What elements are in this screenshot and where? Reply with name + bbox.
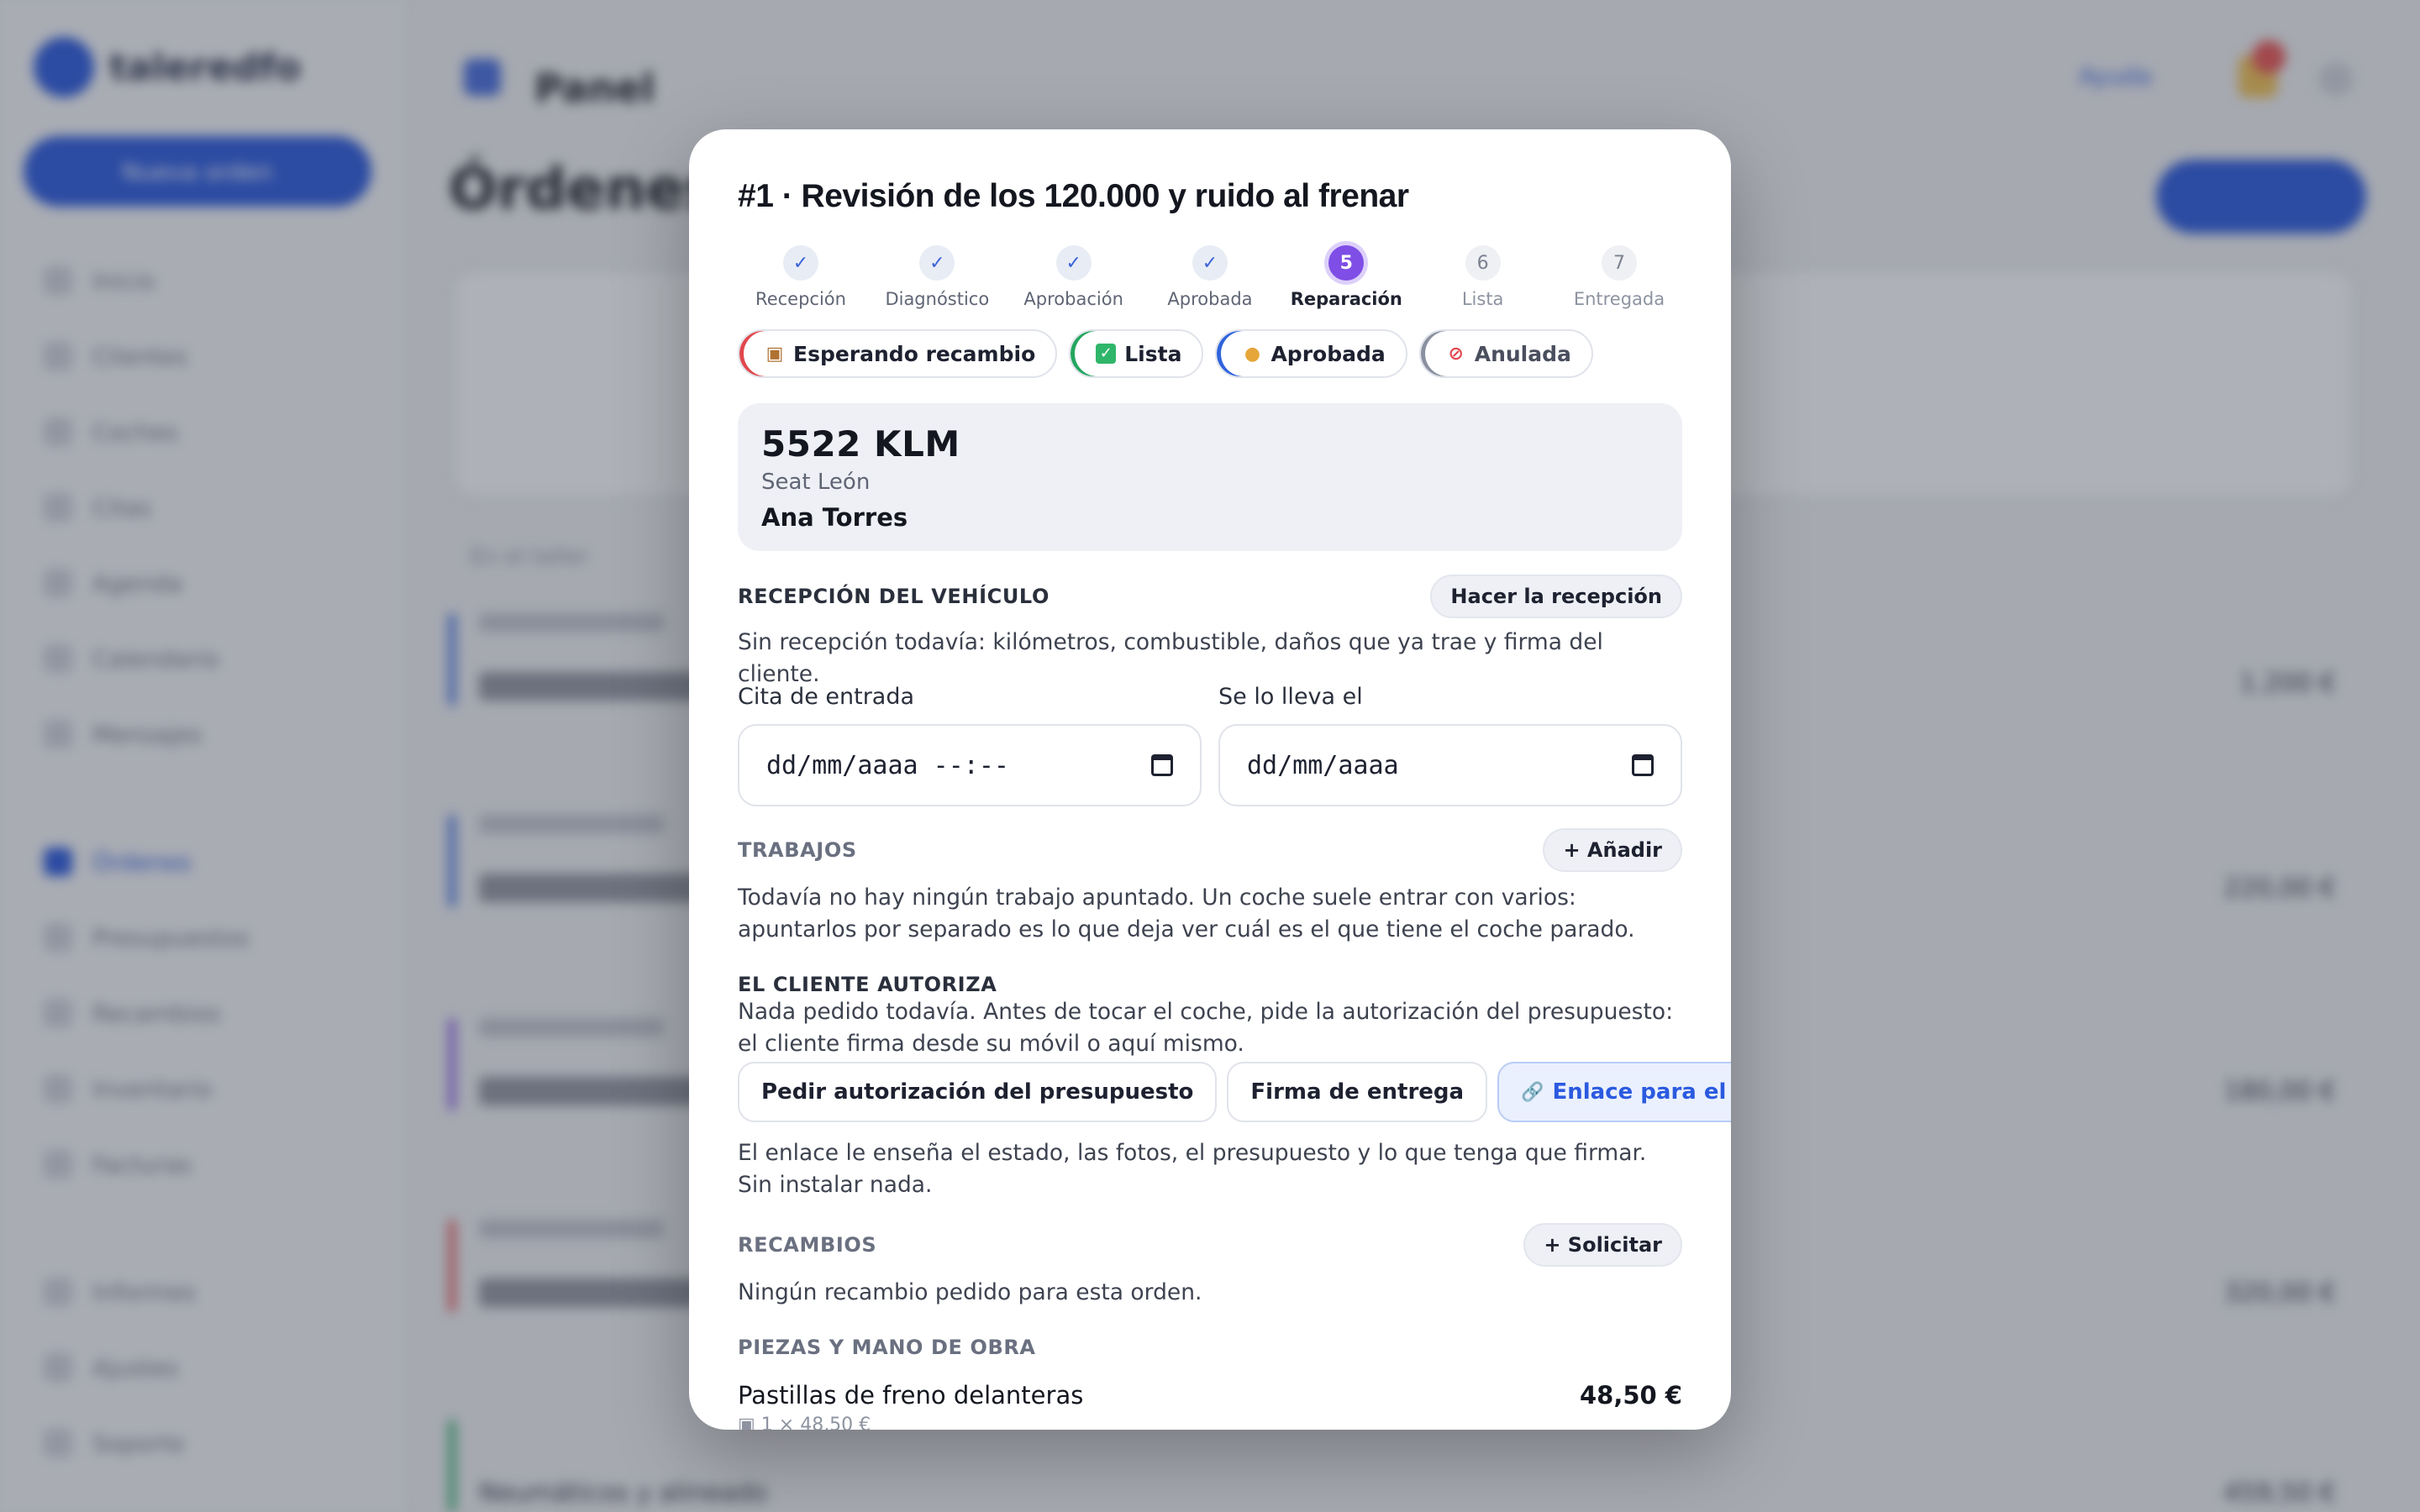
pickup-date-placeholder: dd/mm/aaaa [1247,750,1399,780]
check-icon: ✓ [919,245,955,281]
pickup-date-label: Se lo lleva el [1218,684,1363,710]
step-approval[interactable]: ✓ Aprobación [1011,245,1137,312]
pickup-date-field[interactable]: dd/mm/aaaa [1218,724,1682,806]
step-ready[interactable]: 6 Lista [1420,245,1546,312]
modal-title: #1 · Revisión de los 120.000 y ruido al … [738,178,1409,214]
customer-name[interactable]: Ana Torres [761,503,1659,532]
authorize-actions: Pedir autorización del presupuesto Firma… [738,1062,1731,1122]
chip-label: Anulada [1474,341,1571,366]
step-approved[interactable]: ✓ Aprobada [1147,245,1273,312]
step-label: Aprobación [1023,289,1123,309]
section-heading-parts: RECAMBIOS [738,1233,877,1257]
authorize-text: Nada pedido todavía. Antes de tocar el c… [738,999,1673,1057]
check-box-icon: ✓ [1096,344,1117,364]
step-label: Aprobada [1167,289,1253,309]
request-part-button[interactable]: + Solicitar [1523,1223,1682,1267]
chip-label: Lista [1124,341,1182,366]
parts-text: Ningún recambio pedido para esta orden. [738,1279,1202,1305]
step-number: 6 [1465,245,1501,281]
step-delivered[interactable]: 7 Entregada [1556,245,1682,312]
do-reception-button[interactable]: Hacer la recepción [1430,575,1682,618]
section-heading-authorize: EL CLIENTE AUTORIZA [738,973,997,996]
step-number: 5 [1328,245,1365,281]
customer-link-label: Enlace para el cliente [1552,1079,1731,1105]
status-chip-approved[interactable]: ● Aprobada [1215,329,1407,378]
customer-link-button[interactable]: 🔗 Enlace para el cliente [1497,1062,1731,1122]
step-repair[interactable]: 5 Reparación [1283,245,1409,312]
request-authorization-button[interactable]: Pedir autorización del presupuesto [738,1062,1218,1122]
check-icon: ✓ [1192,245,1228,281]
step-diagnosis[interactable]: ✓ Diagnóstico [874,245,1000,312]
step-label: Entregada [1573,289,1665,309]
check-icon: ✓ [783,245,818,281]
line-item-amount: 48,50 € [1579,1381,1682,1410]
chip-label: Aprobada [1270,341,1386,366]
entry-date-placeholder: dd/mm/aaaa --:-- [766,750,1009,780]
line-item-detail: ▣ 1 × 48,50 € [738,1415,871,1430]
step-label: Recepción [755,289,846,309]
license-plate: 5522 KLM [761,423,960,465]
section-heading-jobs: TRABAJOS [738,838,857,862]
step-number: 7 [1601,245,1637,281]
line-item-detail-text: 1 × 48,50 € [760,1415,871,1430]
status-chip-ready[interactable]: ✓ Lista [1069,329,1204,378]
check-icon: ✓ [1055,245,1092,281]
status-chips: ▣ Esperando recambio ✓ Lista ● Aprobada … [738,329,1593,378]
calendar-icon[interactable] [1151,754,1173,776]
chip-label: Esperando recambio [793,341,1036,366]
status-chip-cancelled[interactable]: ⊘ Anulada [1418,329,1593,378]
package-icon: ▣ [738,1415,761,1430]
step-label: Reparación [1290,289,1402,309]
delivery-signature-button[interactable]: Firma de entrega [1227,1062,1488,1122]
section-heading-labor: PIEZAS Y MANO DE OBRA [738,1336,1036,1359]
step-label: Lista [1461,289,1504,309]
section-heading-reception: RECEPCIÓN DEL VEHÍCULO [738,585,1050,608]
link-icon: 🔗 [1521,1081,1544,1103]
calendar-icon[interactable] [1632,754,1654,776]
add-job-button[interactable]: + Añadir [1543,828,1682,872]
entry-date-label: Cita de entrada [738,684,915,710]
reception-text: Sin recepción todavía: kilómetros, combu… [738,629,1603,687]
step-label: Diagnóstico [885,289,990,309]
step-reception[interactable]: ✓ Recepción [738,245,864,312]
link-note: El enlace le enseña el estado, las fotos… [738,1140,1647,1198]
vehicle-card: 5522 KLM Seat León Ana Torres [738,403,1682,551]
line-item-name: Pastillas de freno delanteras [738,1381,1084,1410]
thumbs-up-icon: ● [1244,343,1261,365]
jobs-text: Todavía no hay ningún trabajo apuntado. … [738,885,1635,942]
progress-stepper: ✓ Recepción ✓ Diagnóstico ✓ Aprobación ✓… [738,245,1682,312]
vehicle-model: Seat León [761,470,871,495]
order-modal: #1 · Revisión de los 120.000 y ruido al … [689,129,1731,1430]
prohibited-icon: ⊘ [1448,343,1464,365]
entry-date-field[interactable]: dd/mm/aaaa --:-- [738,724,1202,806]
status-chip-waiting-part[interactable]: ▣ Esperando recambio [738,329,1058,378]
package-icon: ▣ [765,343,784,365]
